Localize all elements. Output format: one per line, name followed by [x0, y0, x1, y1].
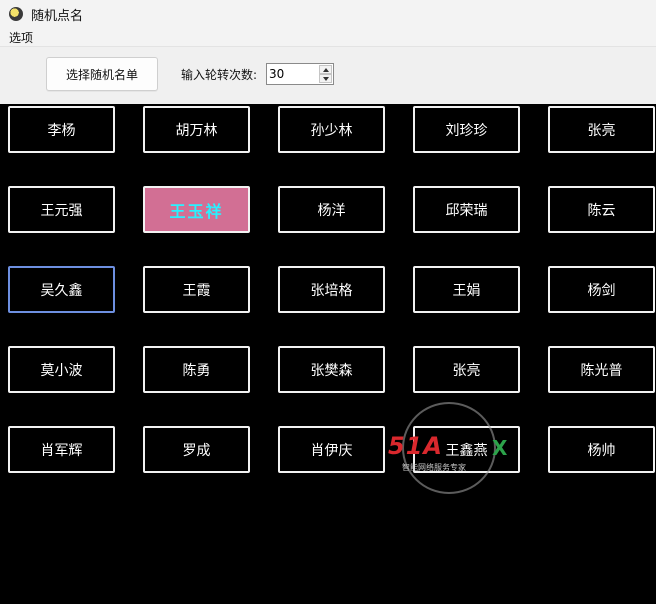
name-card[interactable]: 胡万林	[143, 106, 250, 153]
name-card[interactable]: 杨剑	[548, 266, 655, 313]
name-card[interactable]: 王霞	[143, 266, 250, 313]
name-grid: 李杨 胡万林 孙少林 刘珍珍 张亮 王元强 王玉祥 杨洋 邱荣瑞 陈云 吴久鑫 王霞 张培格 王娟 杨剑 莫小…	[0, 104, 656, 604]
name-card[interactable]: 王娟	[413, 266, 520, 313]
name-card[interactable]: 陈勇	[143, 346, 250, 393]
name-card[interactable]: 吴久鑫	[8, 266, 115, 313]
rotation-count-spinbox[interactable]	[266, 63, 334, 85]
name-card[interactable]: 陈光普	[548, 346, 655, 393]
name-card[interactable]: 张樊森	[278, 346, 385, 393]
rotation-count-label: 输入轮转次数:	[181, 68, 258, 82]
menu-options[interactable]: 选项	[9, 29, 33, 46]
watermark: 51A X 智能网络服务专家	[388, 402, 514, 494]
name-card[interactable]: 王元强	[8, 186, 115, 233]
name-card[interactable]: 孙少林	[278, 106, 385, 153]
arrow-down-icon	[322, 76, 329, 81]
menu-bar: 选项	[0, 28, 656, 46]
select-list-button[interactable]: 选择随机名单	[46, 57, 158, 91]
watermark-logo: 51A	[388, 432, 443, 460]
watermark-subtitle: 智能网络服务专家	[402, 463, 466, 472]
rotation-count-input[interactable]	[269, 65, 317, 83]
name-card[interactable]: 刘珍珍	[413, 106, 520, 153]
toolbar: 选择随机名单 输入轮转次数:	[0, 46, 656, 105]
spin-down-button[interactable]	[319, 74, 332, 83]
name-card[interactable]: 李杨	[8, 106, 115, 153]
name-card[interactable]: 张亮	[413, 346, 520, 393]
name-card[interactable]: 张培格	[278, 266, 385, 313]
title-bar: 随机点名	[0, 0, 656, 28]
name-card[interactable]: 杨帅	[548, 426, 655, 473]
name-card[interactable]: 莫小波	[8, 346, 115, 393]
app-icon	[9, 7, 23, 21]
name-card[interactable]: 杨洋	[278, 186, 385, 233]
name-card[interactable]: 肖军辉	[8, 426, 115, 473]
watermark-x: X	[492, 436, 508, 460]
name-card[interactable]: 邱荣瑞	[413, 186, 520, 233]
name-card[interactable]: 陈云	[548, 186, 655, 233]
name-card[interactable]: 肖伊庆	[278, 426, 385, 473]
spin-up-button[interactable]	[319, 65, 332, 74]
name-card[interactable]: 罗成	[143, 426, 250, 473]
name-card[interactable]: 张亮	[548, 106, 655, 153]
name-card[interactable]: 王玉祥	[143, 186, 250, 233]
arrow-up-icon	[322, 67, 329, 72]
window-title: 随机点名	[31, 8, 84, 24]
